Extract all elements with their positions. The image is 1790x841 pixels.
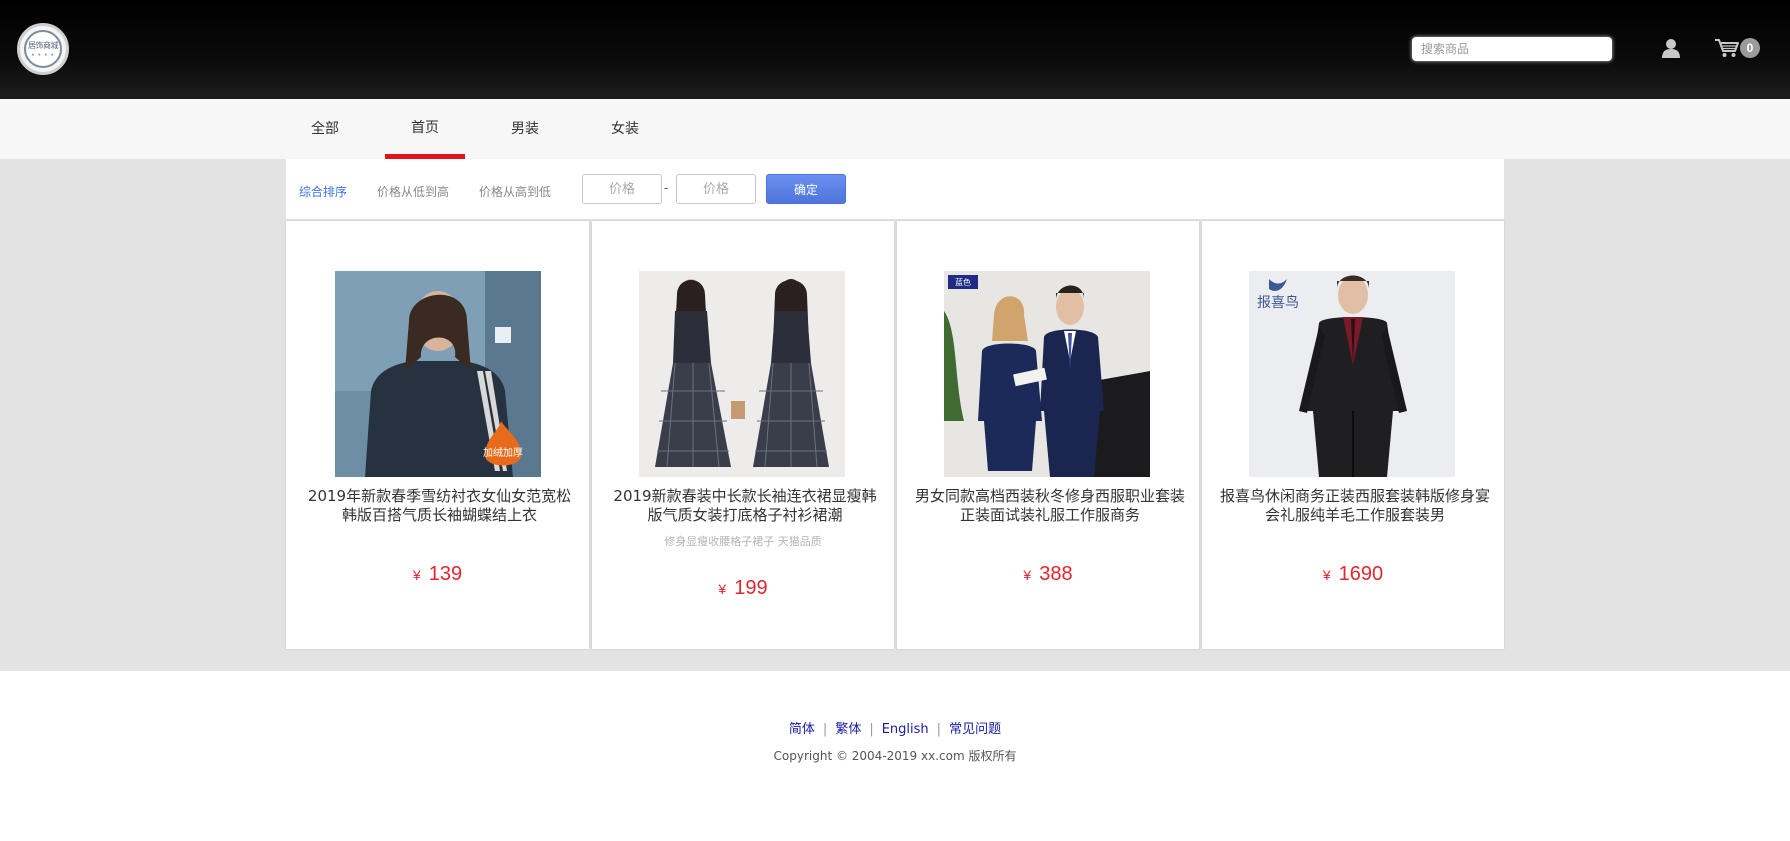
currency-symbol: ¥ xyxy=(412,567,421,583)
price-value: 139 xyxy=(428,563,463,585)
currency-symbol: ¥ xyxy=(1322,567,1331,583)
product-photo-sweater: 加绒加厚 xyxy=(335,271,541,477)
product-photo-plaid-dress xyxy=(639,271,845,477)
copyright-text: Copyright © 2004-2019 xx.com 版权所有 xyxy=(773,749,1017,763)
nav-tab-womenswear[interactable]: 女装 xyxy=(585,99,665,159)
footer-link-simplified[interactable]: 简体 xyxy=(781,722,823,737)
currency-symbol: ¥ xyxy=(1023,567,1032,583)
product-photo-business-suits: 蓝色 xyxy=(944,271,1150,477)
product-title[interactable]: 男女同款高档西装秋冬修身西服职业套装正装面试装礼服工作服商务 xyxy=(915,487,1185,525)
image-badge-text: 加绒加厚 xyxy=(483,446,523,459)
content-area xyxy=(0,159,1790,671)
search-input[interactable] xyxy=(1412,37,1612,61)
sort-price-asc[interactable]: 价格从低到高 xyxy=(377,183,449,200)
product-price: ¥388 xyxy=(897,563,1199,586)
nav-tab-home[interactable]: 首页 xyxy=(385,99,465,159)
footer-link-english[interactable]: English xyxy=(874,722,937,737)
product-title[interactable]: 2019年新款春季雪纺衬衣女仙女范宽松韩版百搭气质长袖蝴蝶结上衣 xyxy=(304,487,575,525)
product-subtitle: 修身显瘦收腰格子裙子 天猫品质 xyxy=(664,535,822,548)
product-image[interactable]: 加绒加厚 xyxy=(335,271,541,477)
footer-link-traditional[interactable]: 繁体 xyxy=(827,722,869,737)
product-image[interactable] xyxy=(639,271,845,477)
product-photo-mens-suit: 报喜鸟 xyxy=(1249,271,1455,477)
user-icon[interactable] xyxy=(1662,38,1680,58)
price-value: 199 xyxy=(734,577,768,599)
price-value: 388 xyxy=(1039,563,1073,585)
logo-badge: 居饰商城 ● ● ● ● xyxy=(24,30,62,68)
product-card[interactable]: 加绒加厚 2019年新款春季雪纺衬衣女仙女范宽松韩版百搭气质长袖蝴蝶结上衣 ¥1… xyxy=(286,221,589,649)
image-badge-text: 蓝色 xyxy=(955,277,971,287)
product-image[interactable]: 蓝色 xyxy=(944,271,1150,477)
price-max-input[interactable] xyxy=(676,174,756,204)
product-price: ¥199 xyxy=(592,577,894,600)
price-confirm-button[interactable]: 确定 xyxy=(766,174,846,204)
product-image[interactable]: 报喜鸟 xyxy=(1249,271,1455,477)
logo-dots: ● ● ● ● xyxy=(31,52,55,58)
product-price: ¥1690 xyxy=(1202,563,1504,586)
footer-link-faq[interactable]: 常见问题 xyxy=(941,722,1009,737)
nav-tab-menswear[interactable]: 男装 xyxy=(485,99,565,159)
product-price: ¥139 xyxy=(286,563,589,586)
sort-price-desc[interactable]: 价格从高到低 xyxy=(479,183,551,200)
nav-tab-all[interactable]: 全部 xyxy=(285,99,365,159)
logo-text: 居饰商城 xyxy=(28,41,59,50)
product-title[interactable]: 2019新款春装中长款长袖连衣裙显瘦韩版气质女装打底格子衬衫裙潮 xyxy=(610,487,880,525)
category-nav: 全部 首页 男装 女装 xyxy=(0,99,1790,159)
product-card[interactable]: 2019新款春装中长款长袖连衣裙显瘦韩版气质女装打底格子衬衫裙潮 修身显瘦收腰格… xyxy=(592,221,894,649)
sort-bar: 综合排序 价格从低到高 价格从高到低 - 确定 xyxy=(286,159,1504,219)
image-badge-text: 报喜鸟 xyxy=(1257,295,1299,311)
product-card[interactable]: 蓝色 男女同款高档西装秋冬修身西服职业套装正装面试装礼服工作服商务 ¥388 xyxy=(897,221,1199,649)
site-logo[interactable]: 居饰商城 ● ● ● ● xyxy=(17,23,69,75)
product-card[interactable]: 报喜鸟 报喜鸟休闲商务正装西服套装韩版修身宴会礼服纯羊毛工作服套装男 ¥1690 xyxy=(1202,221,1504,649)
price-value: 1690 xyxy=(1338,563,1384,585)
price-range-dash: - xyxy=(664,180,669,195)
footer-links: 简体 | 繁体 | English | 常见问题 xyxy=(0,718,1790,737)
price-min-input[interactable] xyxy=(582,174,662,204)
currency-symbol: ¥ xyxy=(718,581,727,597)
sort-default[interactable]: 综合排序 xyxy=(299,183,347,200)
product-title[interactable]: 报喜鸟休闲商务正装西服套装韩版修身宴会礼服纯羊毛工作服套装男 xyxy=(1220,487,1490,525)
cart-count-badge[interactable]: 0 xyxy=(1740,38,1760,58)
top-header: 居饰商城 ● ● ● ● 0 xyxy=(0,0,1790,99)
